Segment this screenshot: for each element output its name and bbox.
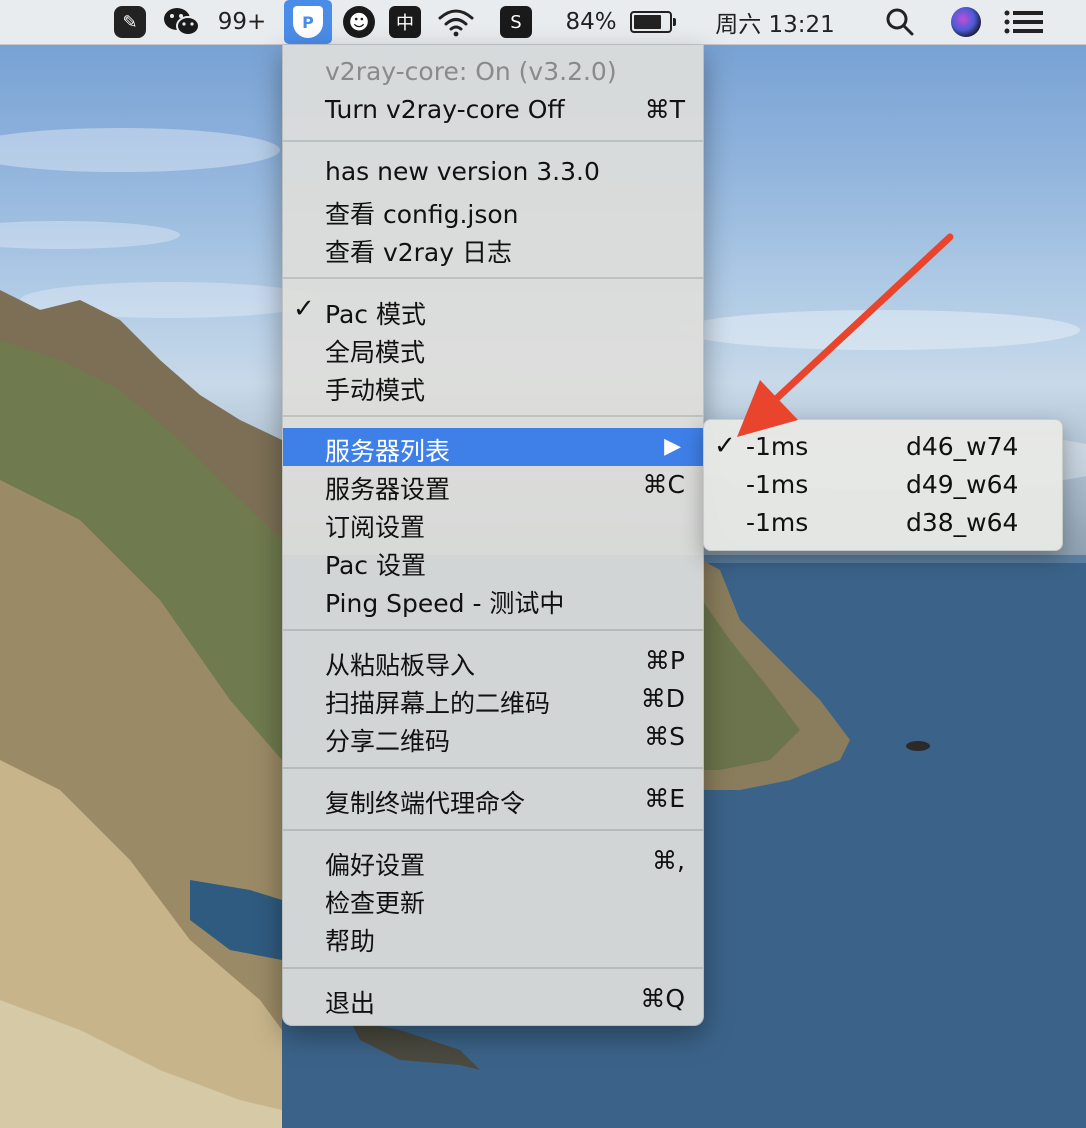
menu-item-new-version[interactable]: has new version 3.3.0 <box>283 153 703 191</box>
menu-item-scan-qr[interactable]: 扫描屏幕上的二维码 ⌘D <box>283 680 703 718</box>
menu-item-preferences[interactable]: 偏好设置 ⌘, <box>283 842 703 880</box>
separator <box>283 767 703 769</box>
menu-item-status: v2ray-core: On (v3.2.0) <box>283 53 703 91</box>
menu-item-pac-settings[interactable]: Pac 设置 <box>283 542 703 580</box>
menu-item-help[interactable]: 帮助 <box>283 918 703 956</box>
server-latency: -1ms <box>746 508 809 537</box>
import-clipboard-label: 从粘贴板导入 <box>325 651 476 680</box>
manual-mode-label: 手动模式 <box>325 376 426 405</box>
separator <box>283 415 703 417</box>
menu-item-subscription[interactable]: 订阅设置 <box>283 504 703 542</box>
wechat-icon[interactable] <box>160 0 204 44</box>
status-label: v2ray-core: On (v3.2.0) <box>325 57 617 86</box>
subscription-label: 订阅设置 <box>325 513 426 542</box>
menu-bar: ✎ 99+ P ☻ 中 S 84% 周六 13:21 <box>0 0 1086 45</box>
menu-item-manual-mode[interactable]: 手动模式 <box>283 367 703 405</box>
copy-proxy-label: 复制终端代理命令 <box>325 789 526 818</box>
smiley-icon[interactable]: ☻ <box>340 0 378 44</box>
server-list-submenu: ✓ -1ms d46_w74 -1ms d49_w64 -1ms d38_w64 <box>703 419 1063 551</box>
menu-item-global-mode[interactable]: 全局模式 <box>283 329 703 367</box>
preferences-label: 偏好设置 <box>325 851 426 880</box>
quit-shortcut: ⌘Q <box>640 984 685 1013</box>
server-name: d38_w64 <box>906 508 1019 537</box>
pac-settings-label: Pac 设置 <box>325 551 426 580</box>
checkmark-icon: ✓ <box>293 294 315 324</box>
input-method-glyph: 中 <box>389 6 421 38</box>
menu-item-quit[interactable]: 退出 ⌘Q <box>283 980 703 1018</box>
scan-qr-label: 扫描屏幕上的二维码 <box>325 689 551 718</box>
new-version-label: has new version 3.3.0 <box>325 157 600 186</box>
menu-item-server-list[interactable]: 服务器列表 ▶ <box>283 428 703 466</box>
share-qr-label: 分享二维码 <box>325 727 451 756</box>
quit-label: 退出 <box>325 989 376 1018</box>
menu-item-import-clipboard[interactable]: 从粘贴板导入 ⌘P <box>283 642 703 680</box>
sogou-glyph: S <box>500 6 532 38</box>
separator <box>283 629 703 631</box>
clock[interactable]: 周六 13:21 <box>700 0 850 44</box>
menu-item-pac-mode[interactable]: ✓ Pac 模式 <box>283 291 703 329</box>
toggle-label: Turn v2ray-core Off <box>325 95 565 124</box>
checkmark-icon: ✓ <box>714 431 736 461</box>
notification-center-icon[interactable] <box>1002 0 1046 44</box>
wifi-icon[interactable] <box>434 0 478 44</box>
ping-speed-label: Ping Speed - 测试中 <box>325 589 565 618</box>
server-list-label: 服务器列表 <box>325 437 451 466</box>
server-item-d49-w64[interactable]: -1ms d49_w64 <box>704 466 1062 504</box>
siri-icon[interactable] <box>946 0 986 44</box>
pac-mode-label: Pac 模式 <box>325 300 426 329</box>
server-latency: -1ms <box>746 470 809 499</box>
submenu-arrow-icon: ▶ <box>664 434 681 459</box>
menu-item-check-updates[interactable]: 检查更新 <box>283 880 703 918</box>
smiley-glyph: ☻ <box>343 6 375 38</box>
menu-item-copy-proxy-command[interactable]: 复制终端代理命令 ⌘E <box>283 780 703 818</box>
battery-icon[interactable] <box>626 0 676 44</box>
menu-item-server-settings[interactable]: 服务器设置 ⌘C <box>283 466 703 504</box>
menu-item-toggle-core[interactable]: Turn v2ray-core Off ⌘T <box>283 91 703 129</box>
server-settings-shortcut: ⌘C <box>642 470 685 499</box>
shield-icon: P <box>293 6 323 38</box>
menu-item-ping-speed[interactable]: Ping Speed - 测试中 <box>283 580 703 618</box>
v2rayu-icon[interactable]: P <box>284 0 332 44</box>
preferences-shortcut: ⌘, <box>652 846 685 875</box>
separator <box>283 967 703 969</box>
global-mode-label: 全局模式 <box>325 338 426 367</box>
menu-item-share-qr[interactable]: 分享二维码 ⌘S <box>283 718 703 756</box>
separator <box>283 829 703 831</box>
battery-level <box>634 15 661 29</box>
note-app-icon[interactable]: ✎ <box>110 0 150 44</box>
separator <box>283 277 703 279</box>
server-item-d38-w64[interactable]: -1ms d38_w64 <box>704 504 1062 542</box>
server-settings-label: 服务器设置 <box>325 475 451 504</box>
server-name: d46_w74 <box>906 432 1019 461</box>
menu-item-view-config[interactable]: 查看 config.json <box>283 191 703 229</box>
toggle-shortcut: ⌘T <box>644 95 685 124</box>
share-qr-shortcut: ⌘S <box>644 722 685 751</box>
search-icon[interactable] <box>880 0 920 44</box>
sogou-icon[interactable]: S <box>496 0 536 44</box>
separator <box>283 140 703 142</box>
input-method-icon[interactable]: 中 <box>386 0 424 44</box>
wechat-badge-count: 99+ <box>217 9 267 35</box>
view-log-label: 查看 v2ray 日志 <box>325 238 512 267</box>
server-item-d46-w74[interactable]: ✓ -1ms d46_w74 <box>704 428 1062 466</box>
v2rayu-menu: v2ray-core: On (v3.2.0) Turn v2ray-core … <box>282 45 704 1026</box>
view-config-label: 查看 config.json <box>325 200 519 229</box>
battery-percent: 84% <box>565 9 617 35</box>
server-name: d49_w64 <box>906 470 1019 499</box>
scan-qr-shortcut: ⌘D <box>640 684 685 713</box>
server-latency: -1ms <box>746 432 809 461</box>
copy-proxy-shortcut: ⌘E <box>644 784 685 813</box>
menu-item-view-log[interactable]: 查看 v2ray 日志 <box>283 229 703 267</box>
check-updates-label: 检查更新 <box>325 889 426 918</box>
import-clipboard-shortcut: ⌘P <box>644 646 685 675</box>
help-label: 帮助 <box>325 927 376 956</box>
